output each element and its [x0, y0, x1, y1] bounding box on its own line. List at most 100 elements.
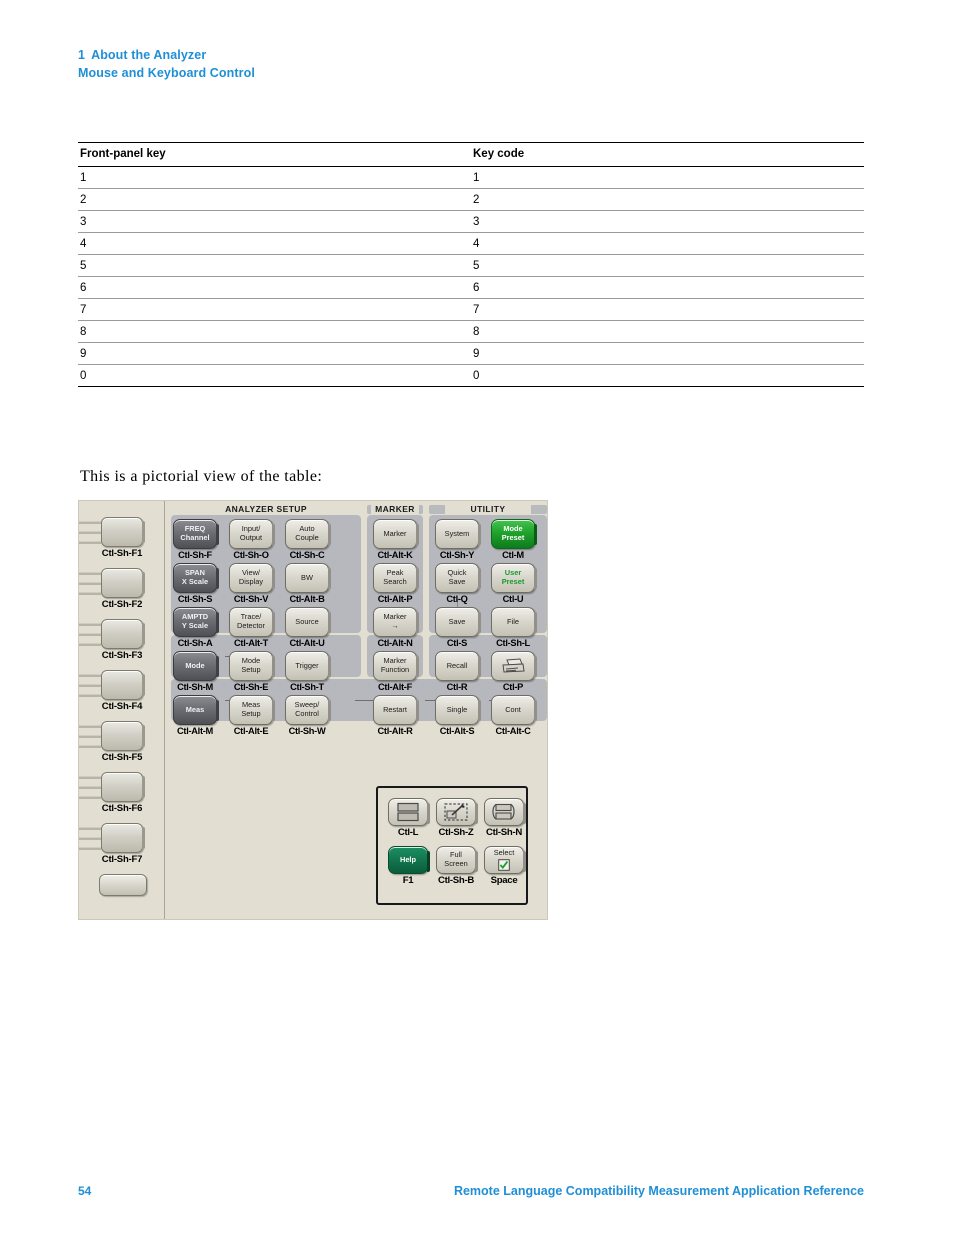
key-label-ctl-alt-k: Ctl-Alt-K [377, 550, 413, 560]
cell-front-panel-key: 8 [80, 326, 87, 338]
breadcrumb-section: Mouse and Keyboard Control [78, 66, 255, 80]
key-ctl-sh-t[interactable]: Trigger [285, 651, 331, 681]
key-label-ctl-s: Ctl-S [446, 638, 468, 648]
key-label-ctl-alt-n: Ctl-Alt-N [377, 638, 413, 648]
key-ctl-alt-r[interactable]: Restart [373, 695, 419, 725]
softkey-tick-marks [79, 776, 101, 799]
softkey-label: Ctl-Sh-F5 [101, 752, 143, 763]
control-key-ctl-l[interactable] [388, 798, 430, 826]
key-ctl-sh-l[interactable]: File [491, 607, 537, 637]
control-key-caption: Select [493, 848, 515, 858]
key-ctl-s[interactable]: Save [435, 607, 481, 637]
key-ctl-sh-f[interactable]: FREQ Channel [173, 519, 219, 549]
softkey-button[interactable] [101, 823, 145, 853]
key-label-ctl-alt-t: Ctl-Alt-T [234, 638, 268, 648]
key-ctl-sh-a[interactable]: AMPTD Y Scale [173, 607, 219, 637]
key-ctl-sh-v[interactable]: View/ Display [229, 563, 275, 593]
cell-key-code: 1 [473, 172, 480, 184]
key-caption: Mode Setup [241, 656, 261, 674]
table-head: Front-panel key Key code [78, 142, 864, 167]
key-ctl-sh-c[interactable]: Auto Couple [285, 519, 331, 549]
key-ctl-alt-c[interactable]: Cont [491, 695, 537, 725]
key-caption: SPAN X Scale [181, 568, 209, 586]
softkey-button[interactable] [101, 517, 145, 547]
cell-front-panel-key: 3 [80, 216, 87, 228]
key-ctl-r[interactable]: Recall [435, 651, 481, 681]
cell-front-panel-key: 5 [80, 260, 87, 272]
key-ctl-sh-y[interactable]: System [435, 519, 481, 549]
key-ctl-alt-k[interactable]: Marker [373, 519, 419, 549]
page-header: 1 About the Analyzer Mouse and Keyboard C… [78, 46, 255, 82]
key-label-ctl-sh-v: Ctl-Sh-V [233, 594, 269, 604]
key-caption: Source [295, 616, 319, 626]
softkey-button[interactable] [101, 619, 145, 649]
table-body: 11223344556677889900 [78, 167, 864, 387]
column-header-key-code: Key code [473, 148, 525, 160]
key-ctl-sh-m[interactable]: Mode [173, 651, 219, 681]
key-ctl-sh-w[interactable]: Sweep/ Control [285, 695, 331, 725]
cell-key-code: 4 [473, 238, 480, 250]
key-ctl-alt-p[interactable]: Peak Search [373, 563, 419, 593]
control-key-caption: Help [399, 854, 416, 864]
control-key-ctl-sh-z[interactable] [436, 798, 478, 826]
return-key-button[interactable] [99, 874, 147, 896]
key-caption: File [507, 616, 519, 626]
breadcrumb-chapter: 1 About the Analyzer [78, 46, 255, 64]
key-ctl-alt-u[interactable]: Source [285, 607, 331, 637]
key-ctl-q[interactable]: Quick Save [435, 563, 481, 593]
cell-key-code: 8 [473, 326, 480, 338]
key-caption: AMPTD Y Scale [181, 612, 209, 630]
key-caption: User Preset [501, 568, 525, 586]
softkey-button[interactable] [101, 721, 145, 751]
cell-key-code: 2 [473, 194, 480, 206]
key-ctl-alt-t[interactable]: Trace/ Detector [229, 607, 275, 637]
cell-front-panel-key: 1 [80, 172, 87, 184]
key-caption: Save [448, 616, 466, 626]
table-row: 77 [78, 299, 864, 321]
control-key-label-ctl-sh-n: Ctl-Sh-N [486, 827, 522, 838]
key-ctl-alt-e[interactable]: Meas Setup [229, 695, 275, 725]
key-ctl-u[interactable]: User Preset [491, 563, 537, 593]
softkey-label: Ctl-Sh-F1 [101, 548, 143, 559]
section-title-marker: MARKER [371, 504, 419, 515]
cell-key-code: 7 [473, 304, 480, 316]
softkey-label: Ctl-Sh-F6 [101, 803, 143, 814]
cell-front-panel-key: 4 [80, 238, 87, 250]
key-code-table: Front-panel key Key code 112233445566778… [78, 142, 864, 387]
softkey-button[interactable] [101, 772, 145, 802]
key-ctl-alt-s[interactable]: Single [435, 695, 481, 725]
softkey-button[interactable] [101, 568, 145, 598]
table-row: 33 [78, 211, 864, 233]
key-ctl-sh-e[interactable]: Mode Setup [229, 651, 275, 681]
key-ctl-alt-m[interactable]: Meas [173, 695, 219, 725]
key-ctl-alt-f[interactable]: Marker Function [373, 651, 419, 681]
table-row: 44 [78, 233, 864, 255]
key-label-ctl-alt-c: Ctl-Alt-C [495, 726, 531, 736]
softkey-button[interactable] [101, 670, 145, 700]
key-ctl-m[interactable]: Mode Preset [491, 519, 537, 549]
key-label-ctl-alt-f: Ctl-Alt-F [378, 682, 412, 692]
key-label-ctl-alt-u: Ctl-Alt-U [289, 638, 325, 648]
key-label-ctl-sh-f: Ctl-Sh-F [178, 550, 212, 560]
key-label-ctl-alt-m: Ctl-Alt-M [176, 726, 214, 736]
softkey-tick-marks [79, 572, 101, 595]
control-key-f1[interactable]: Help [388, 846, 430, 874]
key-ctl-alt-b[interactable]: BW [285, 563, 331, 593]
key-ctl-alt-n[interactable]: Marker → [373, 607, 419, 637]
softkey-tick-marks [79, 674, 101, 697]
control-key-ctl-sh-b[interactable]: Full Screen [436, 846, 478, 874]
softkey-label: Ctl-Sh-F3 [101, 650, 143, 661]
key-ctl-sh-s[interactable]: SPAN X Scale [173, 563, 219, 593]
zoom-annotate-icon [444, 803, 468, 821]
control-key-ctl-sh-n[interactable] [484, 798, 526, 826]
control-key-space[interactable]: Select [484, 846, 526, 874]
key-label-ctl-sh-m: Ctl-Sh-M [177, 682, 213, 692]
key-ctl-p[interactable] [491, 651, 537, 681]
key-ctl-sh-o[interactable]: Input/ Output [229, 519, 275, 549]
key-caption: System [444, 528, 470, 538]
key-label-ctl-sh-e: Ctl-Sh-E [233, 682, 269, 692]
checkbox-icon [498, 858, 510, 871]
cell-key-code: 0 [473, 370, 480, 382]
section-title-utility: UTILITY [445, 504, 531, 515]
cell-front-panel-key: 2 [80, 194, 87, 206]
